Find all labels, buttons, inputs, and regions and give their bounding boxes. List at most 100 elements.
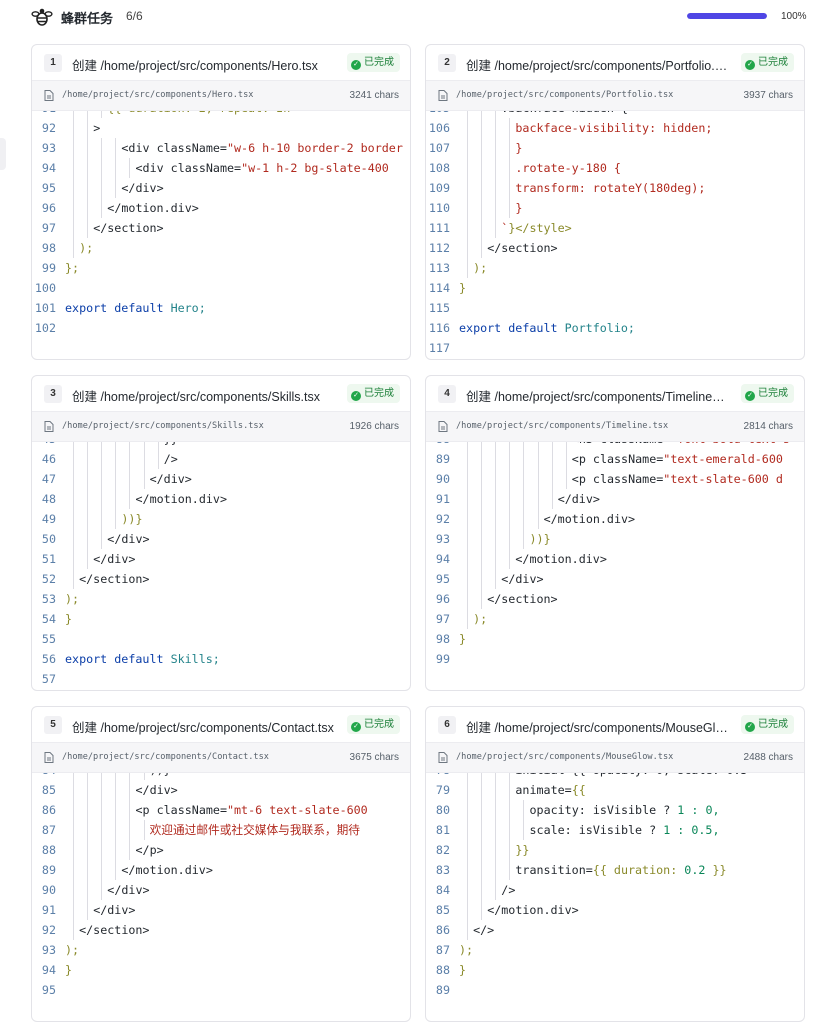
char-count: 3937 chars (743, 90, 793, 101)
card-header[interactable]: 4 创建 /home/project/src/components/Timelin… (426, 376, 804, 411)
indent-guide (565, 449, 567, 469)
code-line: 84 /> (426, 880, 804, 900)
line-number: 99 (41, 261, 56, 275)
line-number: 92 (41, 121, 56, 135)
indent-guide (87, 111, 89, 118)
task-index: 2 (438, 54, 456, 72)
indent-guide (87, 900, 89, 920)
card-header[interactable]: 3 创建 /home/project/src/components/Skills.… (32, 376, 410, 411)
indent-guide (101, 469, 103, 489)
task-title: 创建 /home/project/src/components/Hero.tsx (72, 59, 318, 73)
indent-guide (509, 442, 511, 449)
line-text: /> (163, 452, 178, 466)
task-card[interactable]: 5 创建 /home/project/src/components/Contact… (31, 706, 411, 1022)
indent-guide (143, 469, 145, 489)
code-line: 91 </div> (32, 900, 410, 920)
task-card[interactable]: 1 创建 /home/project/src/components/Hero.ts… (31, 44, 411, 360)
indent-guide (129, 840, 131, 860)
indent-guide (467, 800, 468, 820)
line-number: 94 (41, 161, 56, 175)
indent-guide (101, 529, 103, 549)
line-text: <p className="text-slate-600 d (571, 472, 783, 486)
indent-guide (509, 800, 511, 820)
indent-guide (73, 509, 74, 529)
indent-guide (495, 773, 497, 780)
indent-guide (481, 198, 483, 218)
code-viewer[interactable]: 78 initial={{ opacity: 0, scale: 0.5 79 ani… (426, 773, 804, 1021)
task-index: 3 (44, 385, 62, 403)
card-header[interactable]: 1 创建 /home/project/src/components/Hero.ts… (32, 45, 410, 80)
task-card[interactable]: 2 创建 /home/project/src/components/Portfol… (425, 44, 805, 360)
indent-guide (495, 198, 497, 218)
line-number: 96 (435, 592, 450, 606)
line-number: 49 (41, 512, 56, 526)
indent-guide (73, 218, 74, 238)
indent-guide (73, 920, 74, 940)
line-number: 89 (41, 863, 56, 877)
card-header[interactable]: 5 创建 /home/project/src/components/Contact… (32, 707, 410, 742)
code-viewer[interactable]: 105 .backface-hidden {106 backface-visibil… (426, 111, 804, 359)
status-badge: ✓ 已完成 (347, 384, 400, 403)
indent-guide (87, 218, 89, 238)
code-viewer[interactable]: 91 {{ duration: 2, repeat: In 92 >93 <div cl… (32, 111, 410, 359)
line-number: 99 (435, 652, 450, 666)
task-card[interactable]: 6 创建 /home/project/src/components/MouseGl… (425, 706, 805, 1022)
line-text: > (93, 121, 101, 135)
indent-guide (467, 469, 468, 489)
indent-guide (87, 820, 89, 840)
indent-guide (115, 773, 117, 780)
indent-guide (467, 773, 468, 780)
indent-guide (129, 449, 131, 469)
indent-guide (73, 549, 74, 569)
side-panel-handle[interactable] (0, 138, 6, 170)
line-text: </section> (79, 572, 150, 586)
indent-guide (551, 442, 553, 449)
indent-guide (101, 138, 103, 158)
line-text: animate={{ (515, 783, 586, 797)
indent-guide (115, 860, 117, 880)
file-path: /home/project/src/components/Portfolio.t… (456, 90, 674, 100)
indent-guide (87, 158, 89, 178)
indent-guide (101, 178, 103, 198)
task-index: 6 (438, 716, 456, 734)
task-card[interactable]: 4 创建 /home/project/src/components/Timelin… (425, 375, 805, 691)
task-index: 4 (438, 385, 456, 403)
code-line: 86 </> (426, 920, 804, 940)
indent-guide (495, 569, 497, 589)
code-viewer[interactable]: 88 <h3 className="font-bold text-s 89 <p cl… (426, 442, 804, 690)
indent-guide (129, 773, 131, 780)
indent-guide (73, 569, 74, 589)
indent-guide (481, 589, 483, 609)
line-number: 95 (41, 181, 56, 195)
indent-guide (467, 880, 468, 900)
status-label: 已完成 (758, 719, 788, 730)
indent-guide (73, 840, 74, 860)
line-text: </motion.div> (515, 552, 607, 566)
code-viewer[interactable]: 45}} 46 /> 47 </div> 48 </motion.div> 49))} 50 </… (32, 442, 410, 690)
card-header[interactable]: 2 创建 /home/project/src/components/Portfol… (426, 45, 804, 80)
indent-guide (467, 860, 468, 880)
code-line: 94 <div className="w-1 h-2 bg-slate-400 (32, 158, 410, 178)
line-text: /> (501, 883, 516, 897)
code-line: 92 </section> (32, 920, 410, 940)
line-number: 111 (428, 221, 450, 235)
indent-guide (467, 489, 468, 509)
indent-guide (481, 529, 483, 549)
card-header[interactable]: 6 创建 /home/project/src/components/MouseGl… (426, 707, 804, 742)
code-line: 98); (32, 238, 410, 258)
line-number: 84 (32, 773, 56, 780)
line-number: 57 (41, 672, 56, 686)
indent-guide (467, 589, 468, 609)
line-text: backface-visibility: hidden; (515, 121, 713, 135)
line-number: 52 (41, 572, 56, 586)
code-line: 82}} (426, 840, 804, 860)
indent-guide (495, 489, 497, 509)
task-card[interactable]: 3 创建 /home/project/src/components/Skills.… (31, 375, 411, 691)
line-number: 93 (41, 943, 56, 957)
code-line: 95 </div> (32, 178, 410, 198)
line-text: }} (164, 442, 178, 449)
line-text: } (459, 963, 467, 977)
indent-guide (467, 509, 468, 529)
code-viewer[interactable]: 84))} 85 </div> 86 <p className="mt-6 text-s… (32, 773, 410, 1021)
indent-guide (87, 780, 89, 800)
